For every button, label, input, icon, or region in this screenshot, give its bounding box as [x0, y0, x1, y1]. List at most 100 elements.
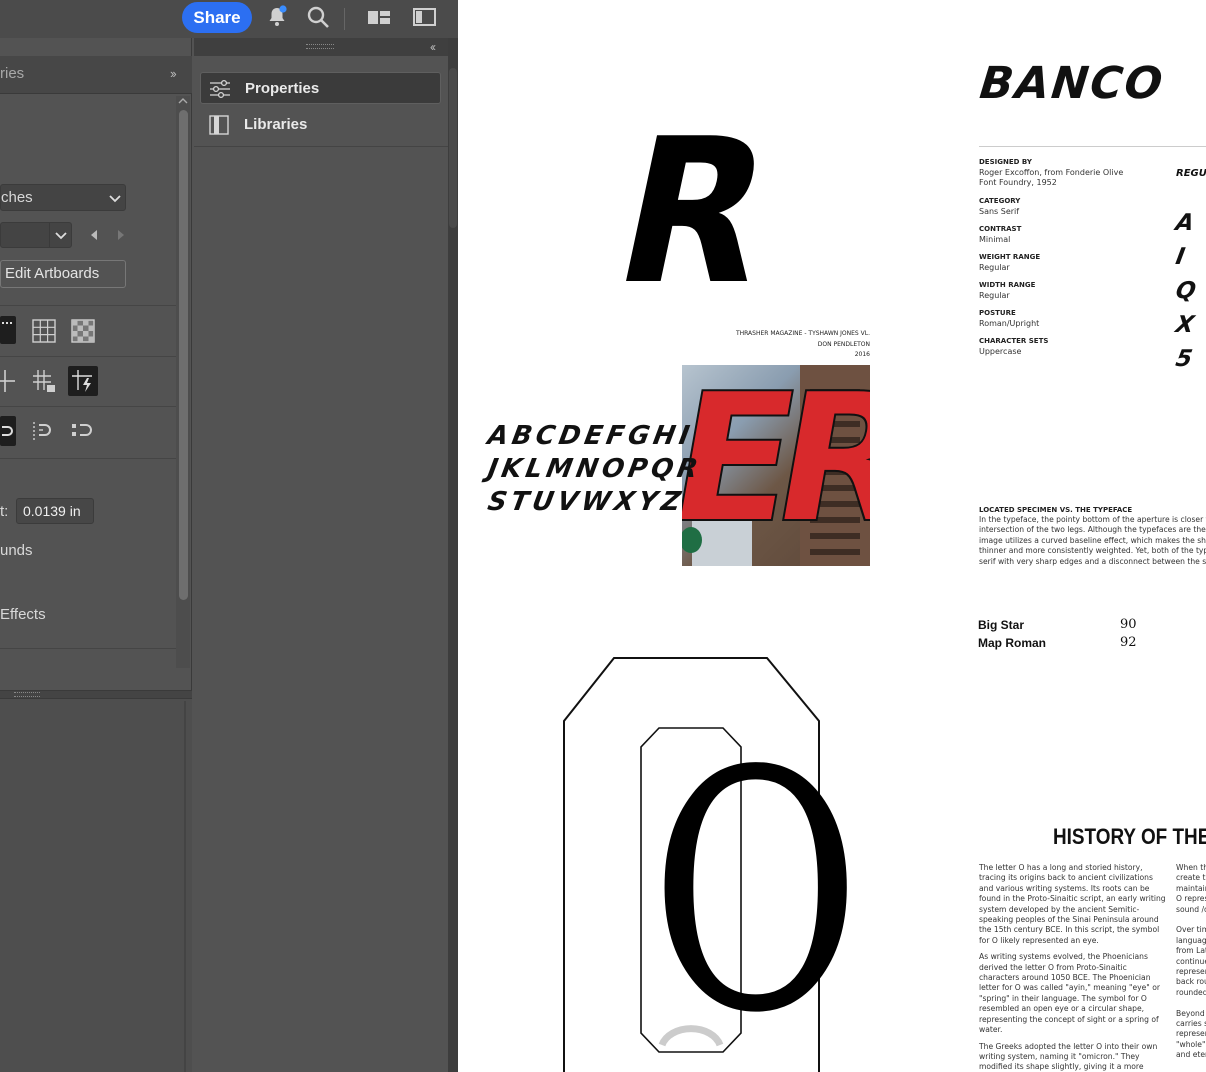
caption-line: DON PENDLETON: [817, 340, 870, 348]
paragraph-line: back rou: [1176, 977, 1206, 987]
artboard-canvas[interactable]: R THRASHER MAGAZINE - TYSHAWN JONES VL. …: [458, 0, 1206, 1072]
history-paragraph: The Greeks adopted the letter O into the…: [979, 1041, 1158, 1072]
rule: [979, 146, 1206, 147]
spec-label: CHARACTER SETS: [979, 337, 1049, 345]
divider: [0, 356, 176, 357]
divider: [0, 305, 176, 306]
right-dock-panel: [194, 56, 448, 1072]
paragraph-line: sound /o: [1176, 904, 1206, 914]
glyph-row: Q I: [1173, 278, 1206, 304]
search-icon[interactable]: [305, 4, 331, 30]
grid-icon[interactable]: [29, 316, 59, 346]
history-heading: HISTORY OF THE: [1053, 824, 1206, 849]
paragraph-line: serif with very sharp edges and a discon…: [979, 556, 1206, 566]
glyph-row: I J: [1173, 244, 1206, 270]
top-bar: Share: [0, 0, 458, 38]
paragraph-line: image utilizes a curved baseline effect,…: [979, 535, 1206, 545]
located-paragraph: In the typeface, the pointy bottom of th…: [979, 515, 1206, 567]
divider: [194, 146, 448, 147]
toolbar-divider: [344, 8, 345, 30]
located-heading: LOCATED SPECIMEN VS. THE TYPEFACE: [979, 506, 1133, 514]
right-dock-collapse-bar[interactable]: ‹‹: [194, 38, 458, 56]
artboard-select[interactable]: [0, 222, 72, 248]
specimen-letter-o: O: [650, 701, 862, 1072]
scroll-thumb[interactable]: [179, 110, 188, 600]
collapse-icon[interactable]: ‹‹: [430, 40, 436, 54]
panel-header: ries ››: [0, 56, 192, 94]
paragraph-line: "whole" -: [1176, 1039, 1206, 1049]
rulers-toggle[interactable]: [0, 316, 16, 344]
next-artboard-icon[interactable]: [116, 229, 126, 241]
lower-dock-grip-bar[interactable]: [0, 691, 192, 699]
drag-grip[interactable]: [306, 44, 334, 49]
arrange-documents-icon[interactable]: [366, 4, 392, 30]
stroke-weight-input[interactable]: 0.0139 in: [16, 498, 94, 524]
pairing-value: 90: [1120, 617, 1137, 632]
paragraph-line: carries s: [1176, 1019, 1206, 1029]
tab-libraries[interactable]: Libraries: [200, 109, 441, 141]
sliders-icon: [210, 79, 230, 99]
caption-line: THRASHER MAGAZINE - TYSHAWN JONES VL.: [735, 330, 870, 337]
scroll-up-icon[interactable]: [178, 96, 188, 106]
effects-checkbox-label[interactable]: Effects: [0, 606, 46, 623]
spec-label: WIDTH RANGE: [979, 281, 1036, 289]
paragraph-line: Beyond: [1176, 1008, 1205, 1018]
divider: [0, 648, 176, 649]
glyph-row: A I: [1173, 210, 1206, 236]
divider: [0, 406, 176, 407]
magnet-icon: [2, 426, 13, 436]
spec-label: CONTRAST: [979, 225, 1022, 233]
history-column-2: When th create th maintair O repres soun…: [1176, 863, 1206, 1061]
pairing-name: Big Star: [978, 618, 1025, 632]
snap-to-point-toggle[interactable]: [0, 416, 16, 446]
lower-dock-panel: [0, 690, 192, 1072]
dock-scroll-thumb[interactable]: [449, 68, 457, 228]
specimen-photo: ER: [682, 365, 870, 566]
paragraph-line: intersection of the two legs. Although t…: [979, 525, 1206, 535]
paragraph-line: from Lat: [1176, 946, 1206, 956]
edit-artboards-button[interactable]: Edit Artboards: [0, 260, 126, 288]
pairing-name: Map Roman: [978, 636, 1047, 650]
previous-artboard-icon[interactable]: [89, 229, 99, 241]
paragraph-line: continue: [1176, 956, 1206, 966]
right-dock-edge: [448, 38, 458, 1072]
guides-icon[interactable]: [0, 366, 16, 396]
caption-line: 2016: [854, 351, 870, 358]
chevron-down-icon: [55, 232, 67, 240]
alphabet-line: JKLMNOPQR: [485, 454, 704, 484]
panel-expand-icon[interactable]: ››: [170, 66, 177, 81]
spec-value: Roman/Upright: [979, 319, 1040, 328]
bounds-checkbox-label[interactable]: unds: [0, 542, 33, 559]
share-button[interactable]: Share: [182, 2, 252, 33]
snap-to-glyph-icon[interactable]: [68, 416, 98, 446]
transparency-grid-icon[interactable]: [68, 316, 98, 346]
glyph-row: 5 6: [1173, 346, 1206, 372]
spec-value: Sans Serif: [979, 207, 1020, 216]
history-column-1: The letter O has a long and storied hist…: [979, 863, 1169, 1072]
app-window: Share ›› ‹‹: [0, 0, 1206, 1072]
spec-value: Regular: [979, 291, 1010, 300]
photo-letters: ER: [682, 365, 870, 563]
tab-properties[interactable]: Properties: [200, 72, 441, 104]
divider: [0, 458, 176, 459]
paragraph-line: maintair: [1176, 883, 1206, 893]
snap-to-pixel-icon[interactable]: [29, 416, 59, 446]
paragraph-line: rounded: [1176, 987, 1206, 997]
photo-caption: THRASHER MAGAZINE - TYSHAWN JONES VL. DO…: [694, 329, 870, 361]
chevron-down-icon: [109, 195, 121, 203]
document-dropdown[interactable]: ches: [0, 184, 126, 211]
history-paragraph: As writing systems evolved, the Phoenici…: [979, 952, 1160, 1035]
alphabet-line: ABCDEFGHI: [485, 421, 696, 451]
lock-guides-icon[interactable]: [29, 366, 59, 396]
panel-header-label: ries: [0, 65, 25, 82]
spec-value: Regular: [979, 263, 1010, 272]
drag-grip[interactable]: [14, 692, 40, 697]
notifications-icon[interactable]: [264, 4, 290, 30]
paragraph-line: O repres: [1176, 894, 1206, 904]
stroke-weight-value: 0.0139 in: [23, 503, 81, 519]
workspace-switcher-icon[interactable]: [412, 4, 438, 30]
paragraph-line: In the typeface, the pointy bottom of th…: [979, 515, 1206, 524]
pairing-value: 92: [1120, 635, 1137, 650]
glyph-row: X: [1173, 312, 1206, 338]
smart-guides-toggle[interactable]: [68, 366, 98, 396]
